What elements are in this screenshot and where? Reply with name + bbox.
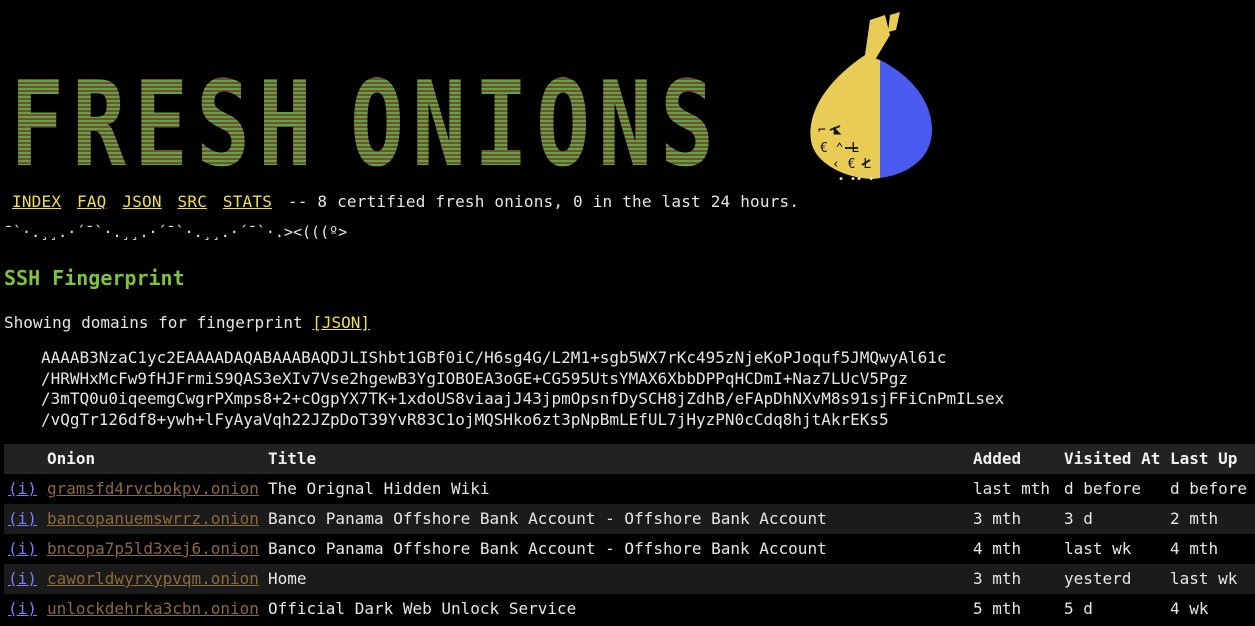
col-lastup-header[interactable]: Last Up [1170,444,1255,474]
col-visited-header[interactable]: Visited At [1064,444,1170,474]
row-last-up: 4 wk [1170,594,1255,624]
banner-letter: O [536,55,590,190]
info-link[interactable]: (i) [4,474,47,504]
fingerprint-line: /3mTQ0u0iqeemgCwgrPXmps8+2+cOgpYX7TK+1xd… [41,389,1005,408]
fingerprint-json-link[interactable]: [JSON] [312,313,370,332]
nav-stats-link[interactable]: STATS [223,192,272,211]
row-last-up: last wk [1170,564,1255,594]
row-visited: d before [1064,474,1170,504]
onion-link[interactable]: caworldwyrxypvqm.onion [47,564,268,594]
banner-letter: R [72,55,127,190]
banner-letter: S [196,55,250,190]
row-visited: yesterd [1064,564,1170,594]
info-link[interactable]: (i) [4,534,47,564]
row-added: 3 mth [973,564,1064,594]
nav-tagline: -- 8 certified fresh onions, 0 in the la… [287,192,800,211]
svg-text:€ ⌃ L: € ⌃ L [820,141,859,156]
showing-text: Showing domains for fingerprint [JSON] [4,313,370,333]
banner-letter: I [474,55,528,190]
table-header-row: Onion Title Added Visited At Last Up [4,444,1255,474]
onion-link[interactable]: unlockdehrka3cbn.onion [47,594,268,624]
fresh-onions-logo-svg: FRESHONIONS ⌐ ◣ € ⌃ L ‹ € L • •• • [10,12,932,193]
row-title: Banco Panama Offshore Bank Account - Off… [268,534,973,564]
row-added: 3 mth [973,504,1064,534]
svg-text:⌐ ◣: ⌐ ◣ [818,123,842,138]
banner-letter: S [660,55,714,190]
fingerprint-block: AAAAB3NzaC1yc2EAAAADAQABAAABAQDJLIShbt1G… [41,348,1004,430]
row-added: 5 mth [973,594,1064,624]
table-row: (i) caworldwyrxypvqm.onion Home 3 mth ye… [4,564,1255,594]
row-last-up: 2 mth [1170,504,1255,534]
row-added: last mth [973,474,1064,504]
info-link[interactable]: (i) [4,564,47,594]
nav-index-link[interactable]: INDEX [12,192,61,211]
row-visited: 5 d [1064,594,1170,624]
row-visited: last wk [1064,534,1170,564]
showing-label: Showing domains for fingerprint [4,313,303,332]
onion-logo-icon: ⌐ ◣ € ⌃ L ‹ € L • •• • [810,12,932,185]
info-link[interactable]: (i) [4,594,47,624]
col-onion-header[interactable]: Onion [47,444,268,474]
table-row: (i) bncopa7p5ld3xej6.onion Banco Panama … [4,534,1255,564]
col-added-header[interactable]: Added [973,444,1064,474]
nav-faq-link[interactable]: FAQ [77,192,107,211]
nav-json-link[interactable]: JSON [122,192,161,211]
row-last-up: 4 mth [1170,534,1255,564]
site-banner: FRESHONIONS ⌐ ◣ € ⌃ L ‹ € L • •• • [0,0,1255,193]
banner-letter: E [134,55,188,190]
fingerprint-line: /HRWHxMcFw9fHJFrmiS9QAS3eXIv7Vse2hgewB3Y… [41,368,908,388]
onion-link[interactable]: gramsfd4rvcbokpv.onion [47,474,268,504]
banner-letter: N [412,55,466,190]
col-info-header [4,444,47,474]
svg-text:‹ € L: ‹ € L [832,157,871,172]
table-row: (i) bancopanuemswrrz.onion Banco Panama … [4,504,1255,534]
banner-letter: O [350,55,404,190]
row-added: 4 mth [973,534,1064,564]
banner-letter: F [10,55,64,190]
banner-letters: FRESHONIONS [10,55,714,193]
fingerprint-line: /vQgTr126df8+ywh+lFyAyaVqh22JZpDoT39YvR8… [41,409,889,429]
table-row: (i) unlockdehrka3cbn.onion Official Dark… [4,594,1255,624]
svg-text:• •• •: • •• • [838,174,874,185]
info-link[interactable]: (i) [4,504,47,534]
row-last-up: d before [1170,474,1255,504]
onion-link[interactable]: bancopanuemswrrz.onion [47,504,268,534]
nav-src-link[interactable]: SRC [178,192,208,211]
row-title: Banco Panama Offshore Bank Account - Off… [268,504,973,534]
banner-letter: H [258,55,312,190]
row-title: Official Dark Web Unlock Service [268,594,973,624]
top-nav: INDEX FAQ JSON SRC STATS -- 8 certified … [12,192,799,212]
row-title: The Orignal Hidden Wiki [268,474,973,504]
section-title: SSH Fingerprint [4,266,185,290]
row-visited: 3 d [1064,504,1170,534]
onion-table: Onion Title Added Visited At Last Up (i)… [4,444,1255,624]
banner-letter: N [598,55,652,190]
table-row: (i) gramsfd4rvcbokpv.onion The Orignal H… [4,474,1255,504]
row-title: Home [268,564,973,594]
fingerprint-line: AAAAB3NzaC1yc2EAAAADAQABAAABAQDJLIShbt1G… [41,348,947,367]
fish-ascii-art: ¯`·.¸¸.·´¯`·.¸¸.·´¯`·.¸¸.·´¯`·.><(((º> [4,223,348,241]
col-title-header[interactable]: Title [268,444,973,474]
onion-link[interactable]: bncopa7p5ld3xej6.onion [47,534,268,564]
